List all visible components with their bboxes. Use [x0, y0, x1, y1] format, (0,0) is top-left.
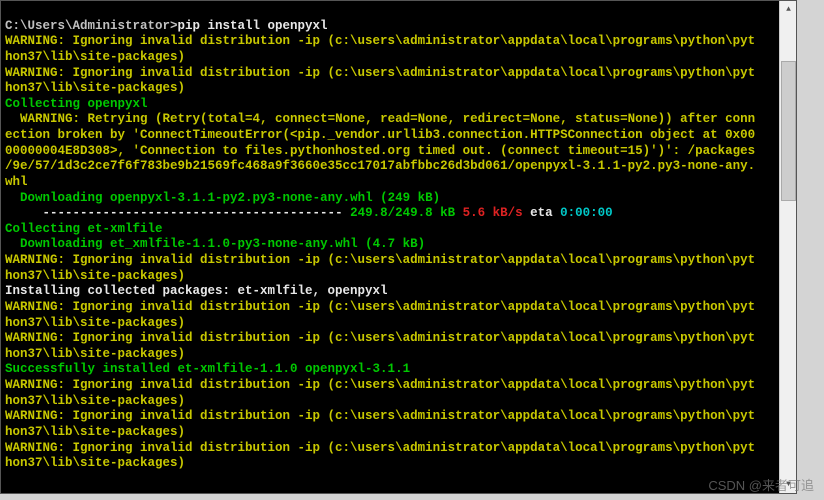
progress-bar: ----------------------------------------: [5, 206, 350, 220]
scroll-thumb[interactable]: [781, 61, 796, 201]
install-collected: Installing collected packages: et-xmlfil…: [5, 284, 388, 298]
prompt-path: C:\Users\Administrator>: [5, 19, 178, 33]
warning-line: WARNING: Ignoring invalid distribution -…: [5, 441, 755, 455]
warning-line: WARNING: Ignoring invalid distribution -…: [5, 253, 755, 267]
download-line: Downloading et_xmlfile-1.1.0-py3-none-an…: [5, 237, 425, 251]
progress-eta-label: eta: [523, 206, 561, 220]
warning-line: WARNING: Ignoring invalid distribution -…: [5, 34, 755, 48]
download-line: Downloading openpyxl-3.1.1-py2.py3-none-…: [5, 191, 440, 205]
warning-line: hon37\lib\site-packages): [5, 425, 185, 439]
warning-line: WARNING: Ignoring invalid distribution -…: [5, 331, 755, 345]
prompt-command: pip install openpyxl: [178, 19, 328, 33]
watermark-text: CSDN @来者可追: [708, 478, 814, 494]
warning-line: hon37\lib\site-packages): [5, 456, 185, 470]
warning-line: hon37\lib\site-packages): [5, 81, 185, 95]
progress-eta: 0:00:00: [560, 206, 613, 220]
retry-line: /9e/57/1d3c2ce7f6f783be9b21569fc468a9f36…: [5, 159, 755, 173]
warning-line: WARNING: Ignoring invalid distribution -…: [5, 300, 755, 314]
warning-line: WARNING: Ignoring invalid distribution -…: [5, 409, 755, 423]
warning-line: hon37\lib\site-packages): [5, 50, 185, 64]
warning-line: WARNING: Ignoring invalid distribution -…: [5, 66, 755, 80]
warning-line: hon37\lib\site-packages): [5, 347, 185, 361]
warning-line: hon37\lib\site-packages): [5, 394, 185, 408]
progress-speed: 5.6 kB/s: [455, 206, 523, 220]
warning-line: WARNING: Ignoring invalid distribution -…: [5, 378, 755, 392]
retry-line: whl: [5, 175, 28, 189]
vertical-scrollbar[interactable]: ▲ ▼: [779, 1, 796, 493]
retry-line: 00000004E8D308>, 'Connection to files.py…: [5, 144, 755, 158]
scroll-up-arrow-icon[interactable]: ▲: [780, 1, 797, 18]
warning-line: hon37\lib\site-packages): [5, 269, 185, 283]
warning-line: hon37\lib\site-packages): [5, 316, 185, 330]
install-success: Successfully installed et-xmlfile-1.1.0 …: [5, 362, 410, 376]
collecting-line: Collecting openpyxl: [5, 97, 148, 111]
retry-line: ection broken by 'ConnectTimeoutError(<p…: [5, 128, 755, 142]
collecting-line: Collecting et-xmlfile: [5, 222, 163, 236]
terminal-output[interactable]: C:\Users\Administrator>pip install openp…: [1, 1, 796, 474]
progress-done: 249.8/249.8 kB: [350, 206, 455, 220]
retry-line: WARNING: Retrying (Retry(total=4, connec…: [5, 112, 755, 126]
terminal-window: C:\Users\Administrator>pip install openp…: [0, 0, 797, 494]
